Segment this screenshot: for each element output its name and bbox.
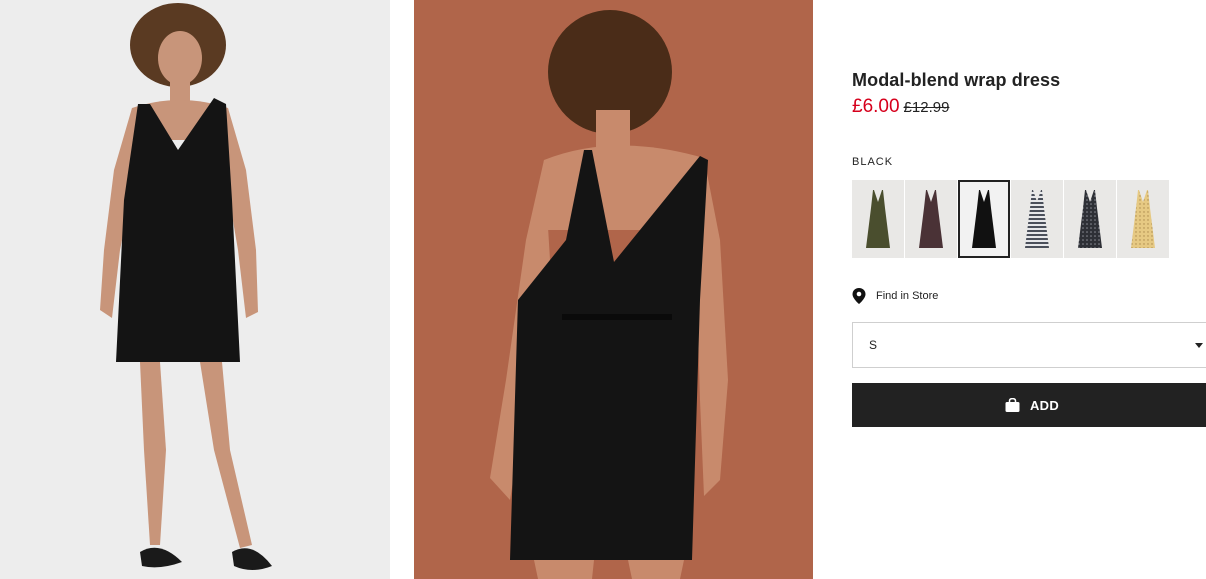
price-row: £6.00 £12.99 (852, 96, 949, 118)
find-in-store-label: Find in Store (876, 290, 939, 302)
size-select-value: S (869, 338, 878, 352)
chevron-down-icon (1195, 343, 1203, 348)
shopping-bag-icon (1005, 398, 1020, 412)
size-select[interactable]: S (852, 322, 1206, 368)
sale-price: £6.00 (852, 96, 900, 117)
find-in-store-link[interactable]: Find in Store (852, 288, 938, 304)
product-image-front[interactable] (0, 0, 390, 579)
add-to-bag-button[interactable]: ADD (852, 383, 1206, 427)
location-pin-icon (852, 288, 866, 304)
dress-thumbnail-icon (972, 190, 996, 248)
dress-thumbnail-icon (1078, 190, 1102, 248)
swatch-khaki-green[interactable] (852, 180, 904, 258)
dress-thumbnail-icon (1025, 190, 1049, 248)
dress-thumbnail-icon (919, 190, 943, 248)
swatch-yellow-patterned[interactable] (1117, 180, 1169, 258)
swatch-dark-grey-patterned[interactable] (1064, 180, 1116, 258)
product-image-back[interactable] (414, 0, 813, 579)
add-to-bag-label: ADD (1029, 397, 1060, 413)
dress-thumbnail-icon (1131, 190, 1155, 248)
model-front-illustration (0, 0, 390, 579)
selected-color-label: BLACK (852, 156, 894, 168)
color-swatches (852, 180, 1169, 258)
product-details-panel: Modal-blend wrap dress £6.00 £12.99 BLAC… (852, 0, 1206, 579)
swatch-black[interactable] (958, 180, 1010, 258)
model-back-illustration (414, 0, 813, 579)
swatch-white-striped[interactable] (1011, 180, 1063, 258)
swatch-dark-burgundy[interactable] (905, 180, 957, 258)
dress-thumbnail-icon (866, 190, 890, 248)
product-title: Modal-blend wrap dress (852, 70, 1061, 90)
original-price: £12.99 (903, 99, 950, 116)
